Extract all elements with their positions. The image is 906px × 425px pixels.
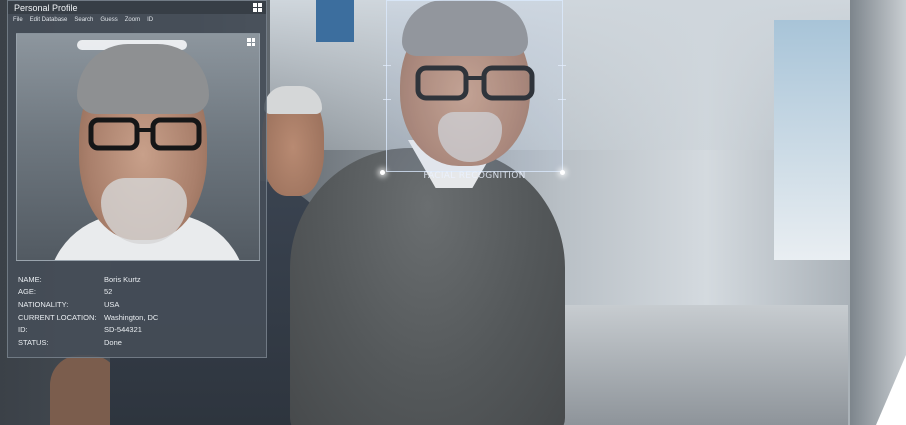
frame-tick — [383, 65, 391, 66]
grid-icon[interactable] — [253, 3, 262, 12]
counter — [548, 305, 848, 425]
menu-bar: File Edit Database Search Guess Zoom ID — [8, 14, 266, 26]
info-row-nationality: NATIONALITY: USA — [18, 298, 258, 311]
blue-sign — [316, 0, 354, 42]
field-label: CURRENT LOCATION: — [18, 312, 97, 322]
info-row-location: CURRENT LOCATION: Washington, DC — [18, 311, 258, 324]
profile-info: NAME: Boris Kurtz AGE: 52 NATIONALITY: U… — [18, 273, 258, 349]
field-value: Washington, DC — [104, 312, 159, 322]
photo-glasses — [88, 117, 202, 151]
window-titlebar[interactable]: Personal Profile — [8, 1, 266, 14]
profile-photo — [16, 33, 260, 261]
menu-guess[interactable]: Guess — [100, 17, 117, 23]
frame-tick — [558, 99, 566, 100]
menu-search[interactable]: Search — [74, 17, 93, 23]
field-value: 52 — [104, 287, 113, 297]
older-man-hair — [264, 86, 322, 114]
frame-tick — [558, 65, 566, 66]
menu-zoom[interactable]: Zoom — [125, 17, 140, 23]
facial-recognition-frame — [383, 0, 566, 172]
field-label: NAME: — [18, 274, 42, 284]
menu-id[interactable]: ID — [147, 17, 153, 23]
field-value: Boris Kurtz — [104, 274, 141, 284]
wall — [850, 0, 906, 425]
info-row-id: ID: SD-544321 — [18, 323, 258, 336]
field-label: AGE: — [18, 287, 36, 297]
menu-edit-database[interactable]: Edit Database — [30, 17, 68, 23]
info-row-age: AGE: 52 — [18, 286, 258, 299]
personal-profile-window[interactable]: Personal Profile File Edit Database Sear… — [7, 0, 267, 358]
info-row-name: NAME: Boris Kurtz — [18, 273, 258, 286]
field-value: USA — [104, 299, 120, 309]
field-value: SD-544321 — [104, 325, 142, 335]
info-row-status: STATUS: Done — [18, 336, 258, 349]
photo-hair — [77, 44, 209, 114]
field-value: Done — [104, 337, 122, 347]
facial-recognition-caption: FACIAL RECOGNITION — [423, 171, 526, 181]
field-label: ID: — [18, 325, 28, 335]
field-label: STATUS: — [18, 337, 49, 347]
field-label: NATIONALITY: — [18, 299, 69, 309]
frame-tick — [383, 99, 391, 100]
grid-icon[interactable] — [247, 38, 255, 46]
menu-file[interactable]: File — [13, 17, 23, 23]
subject-sweater — [290, 148, 565, 425]
window-title: Personal Profile — [14, 2, 78, 13]
frame-corner-dot — [380, 170, 385, 175]
